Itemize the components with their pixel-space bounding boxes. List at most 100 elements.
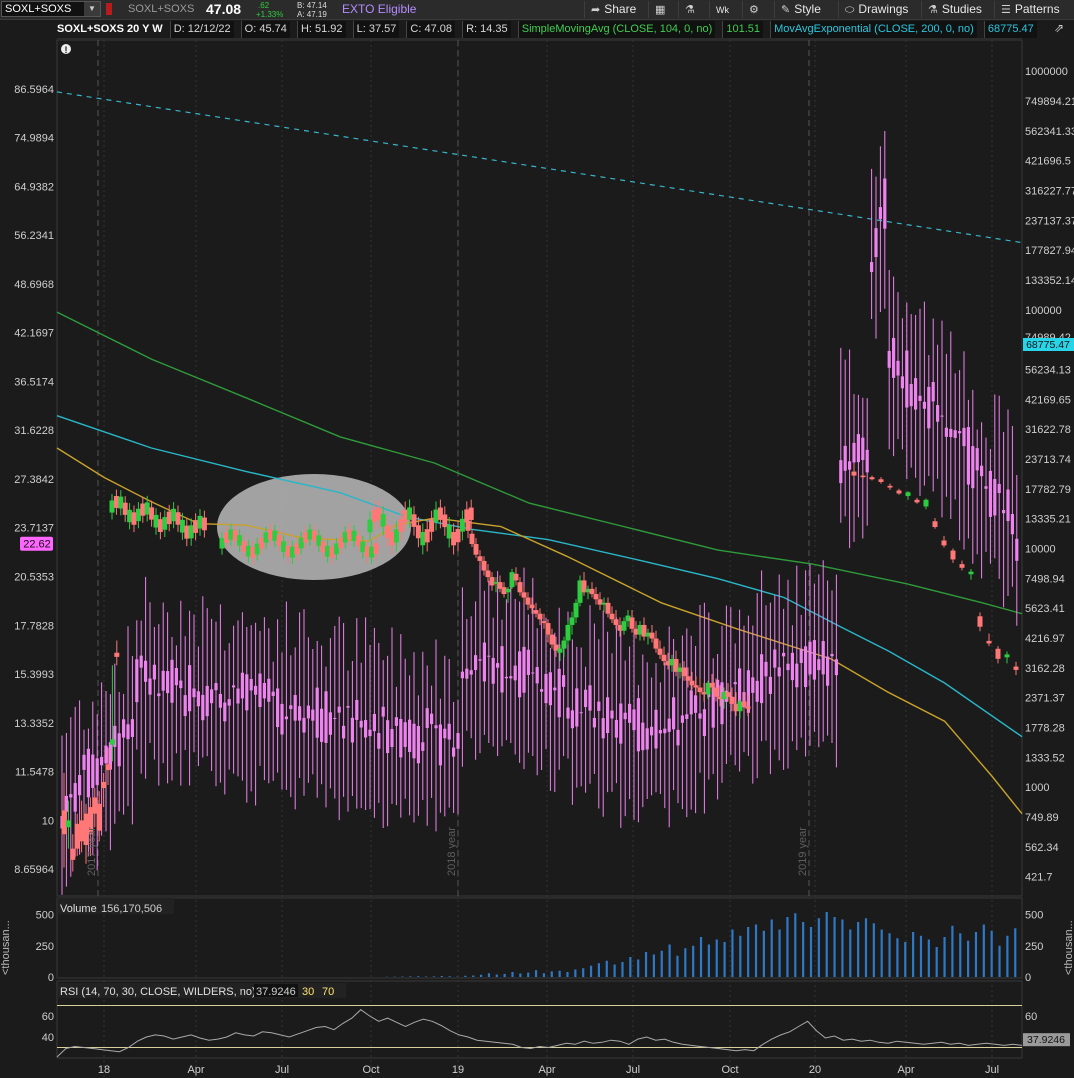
- candle: [693, 685, 699, 688]
- volume-bar: [495, 974, 498, 977]
- drawings-button[interactable]: ⬭ Drawings: [838, 1, 925, 18]
- right-price-marker-text: 68775.47: [1026, 339, 1070, 351]
- volume-bar: [684, 948, 687, 977]
- pink-bar: [790, 652, 794, 681]
- patterns-button[interactable]: ☰ Patterns: [994, 1, 1074, 18]
- pink-bar: [936, 405, 940, 422]
- candle: [621, 621, 627, 631]
- candle: [685, 676, 691, 681]
- candle: [986, 640, 992, 644]
- pink-bar: [971, 446, 975, 489]
- candle: [188, 525, 194, 539]
- symbol-input[interactable]: SOXL+SOXS ▼: [1, 1, 101, 17]
- volume-bar: [794, 913, 797, 977]
- pink-bar: [478, 659, 482, 661]
- candle: [347, 529, 353, 540]
- pink-bar: [86, 748, 90, 798]
- pink-bar: [416, 726, 420, 764]
- candle: [477, 556, 483, 561]
- candle: [653, 638, 659, 649]
- share-button[interactable]: ➦ Share: [584, 1, 651, 18]
- candle: [122, 502, 128, 515]
- volume-bar: [448, 976, 451, 977]
- pink-bar: [280, 703, 284, 735]
- pink-bar: [284, 716, 288, 720]
- pink-bar: [430, 713, 434, 725]
- pink-bar: [205, 685, 209, 717]
- pink-bar: [795, 663, 799, 688]
- drawings-label: Drawings: [858, 2, 909, 16]
- candle: [513, 573, 519, 581]
- left-axis-tick: 31.6228: [14, 425, 54, 437]
- candle: [573, 602, 579, 618]
- pink-bar: [553, 687, 557, 691]
- pink-bar: [830, 653, 834, 657]
- exto-eligible-link[interactable]: EXTO Eligible: [342, 2, 416, 16]
- pink-bar: [975, 448, 979, 471]
- pink-bar: [183, 695, 187, 716]
- pink-bar: [509, 676, 513, 679]
- candle: [537, 613, 543, 620]
- volume-axis-tick: 500: [36, 910, 54, 922]
- pink-bar: [768, 676, 772, 694]
- grid-button[interactable]: ▦: [648, 1, 677, 18]
- volume-bar: [464, 975, 467, 977]
- pink-bar: [588, 685, 592, 711]
- pink-bar: [839, 460, 843, 484]
- style-button[interactable]: ✎ Style: [774, 1, 839, 18]
- volume-bar: [409, 976, 412, 977]
- candle: [407, 507, 413, 520]
- pink-bar: [390, 729, 394, 747]
- right-axis-tick: 749.89: [1025, 812, 1059, 824]
- pink-bar: [122, 719, 126, 738]
- candle: [569, 617, 575, 625]
- pink-bar: [896, 360, 900, 376]
- pink-bar: [271, 691, 275, 696]
- candle: [241, 541, 247, 552]
- candle: [689, 680, 695, 686]
- candle: [415, 525, 421, 539]
- pink-bar: [540, 689, 544, 692]
- candle: [371, 509, 377, 523]
- flag-icon[interactable]: [106, 3, 112, 15]
- pink-bar: [782, 652, 786, 657]
- settings-button[interactable]: ⚙: [742, 1, 771, 18]
- volume-bar: [637, 959, 640, 977]
- studies-button[interactable]: ⚗ Studies: [921, 1, 994, 18]
- candle: [201, 517, 207, 531]
- pink-bar: [302, 717, 306, 733]
- pink-bar: [73, 783, 77, 812]
- pink-bar: [892, 337, 896, 378]
- right-axis-tick: 133352.14: [1025, 275, 1074, 287]
- candle: [329, 546, 335, 558]
- pink-bar: [1002, 510, 1006, 514]
- candle: [171, 508, 177, 522]
- pink-bar: [148, 678, 152, 695]
- pink-bar: [214, 683, 218, 691]
- pink-bar: [685, 714, 689, 719]
- left-axis-tick: 15.3993: [14, 669, 54, 681]
- pink-bar: [306, 705, 310, 719]
- pink-bar: [386, 720, 390, 754]
- pink-bar: [900, 376, 904, 389]
- pink-bar: [500, 646, 504, 693]
- candle: [223, 532, 229, 543]
- volume-bar: [472, 975, 475, 977]
- volume-bar: [692, 945, 695, 977]
- pink-bar: [918, 395, 922, 401]
- pink-bar: [738, 668, 742, 703]
- volume-bar: [731, 929, 734, 977]
- aggregation-button[interactable]: Wk: [709, 1, 744, 18]
- candle: [127, 509, 133, 523]
- flask-button[interactable]: ⚗: [678, 1, 707, 18]
- chevron-down-icon[interactable]: ▼: [84, 2, 100, 16]
- left-axis-tick: 86.5964: [14, 84, 54, 96]
- volume-axis-tick-right: 250: [1025, 941, 1043, 953]
- pink-bar: [240, 672, 244, 699]
- pink-bar: [922, 401, 926, 409]
- candle: [272, 530, 278, 541]
- pink-bar: [139, 655, 143, 668]
- pink-bar: [482, 642, 486, 682]
- pink-bar: [667, 718, 671, 732]
- candle: [402, 509, 408, 523]
